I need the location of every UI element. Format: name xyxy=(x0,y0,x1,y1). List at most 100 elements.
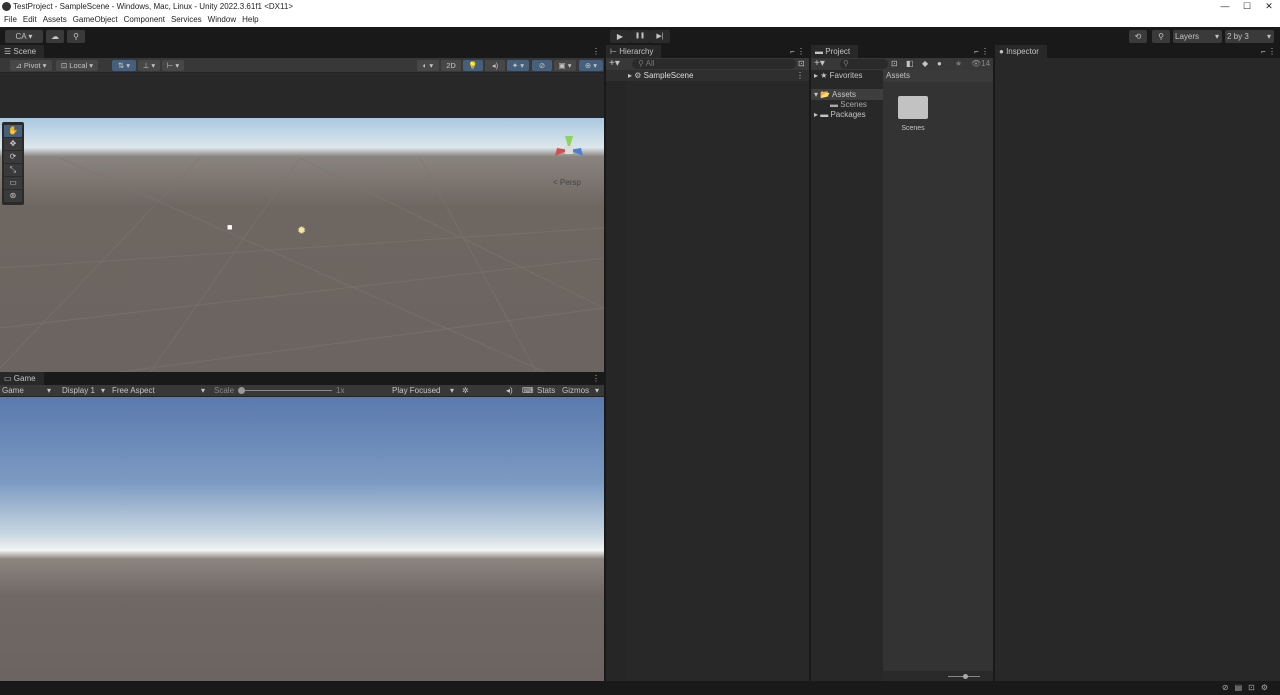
move-tool-icon[interactable]: ✥ xyxy=(4,138,22,150)
unity-logo-icon xyxy=(2,2,11,11)
icon-size-thumb[interactable] xyxy=(963,674,968,679)
project-search-input[interactable]: ⚲ xyxy=(840,59,888,69)
asset-item-scenes[interactable]: Scenes xyxy=(891,96,935,132)
scale-slider[interactable] xyxy=(240,390,332,391)
effects-icon[interactable]: ✦ ▾ xyxy=(507,60,529,71)
perspective-label[interactable]: < Persp xyxy=(553,178,581,187)
add-icon[interactable]: +▾ xyxy=(814,58,825,70)
menu-window[interactable]: Window xyxy=(208,13,236,27)
tree-packages[interactable]: ▸ ▬ Packages xyxy=(811,109,883,120)
hierarchy-toolbar: +▾ ⚲ All ⊡ xyxy=(606,58,809,70)
hand-tool-icon[interactable]: ✋ xyxy=(4,125,22,137)
menu-gameobject[interactable]: GameObject xyxy=(73,13,118,27)
audio-icon[interactable]: ◂) xyxy=(485,60,505,71)
display-dropdown[interactable]: Display 1 xyxy=(62,385,95,397)
layout-label: 2 by 3 xyxy=(1227,32,1249,41)
menu-file[interactable]: File xyxy=(4,13,17,27)
grid-snap-icon[interactable]: ⇅ ▾ xyxy=(112,60,136,71)
package-count: 14 xyxy=(981,59,990,68)
minimize-button[interactable]: — xyxy=(1214,0,1236,13)
history-icon[interactable]: ⟲ xyxy=(1129,30,1147,43)
lock-and-more-icon[interactable]: ⌐ ⋮ xyxy=(790,45,805,58)
tab-scene[interactable]: ☰ Scene xyxy=(0,45,44,58)
increment-snap-icon[interactable]: ⊥ ▾ xyxy=(138,60,160,71)
gizmos-icon[interactable]: ⊕ ▾ xyxy=(579,60,603,71)
align-icon[interactable]: ⊢ ▾ xyxy=(162,60,184,71)
hidden-packages-icon[interactable]: 👁14 xyxy=(971,58,990,70)
account-button[interactable]: CA ▾ xyxy=(5,30,43,43)
menu-services[interactable]: Services xyxy=(171,13,202,27)
step-button[interactable]: ▶| xyxy=(650,30,670,43)
tab-project[interactable]: ▬ Project xyxy=(811,45,858,58)
game-viewport[interactable] xyxy=(0,397,604,681)
more-icon[interactable]: ⋮ xyxy=(796,70,804,81)
search-options-icon[interactable]: ⊡ xyxy=(798,58,805,70)
more-icon[interactable]: ⋮ xyxy=(592,45,600,58)
info-icon[interactable]: ● xyxy=(937,58,942,70)
tree-favorites[interactable]: ▸ ★ Favorites xyxy=(811,70,883,81)
rotate-tool-icon[interactable]: ⟳ xyxy=(4,151,22,163)
play-button[interactable]: ▶ xyxy=(610,30,630,43)
search-icon[interactable]: ⚲ xyxy=(1152,30,1170,43)
camera-gizmo-icon[interactable]: ■ xyxy=(227,222,232,232)
menu-component[interactable]: Component xyxy=(124,13,165,27)
layers-dropdown[interactable]: Layers▾ xyxy=(1173,30,1222,43)
cloud-icon[interactable]: ☁ xyxy=(46,30,64,43)
mute-audio-icon[interactable]: ◂) xyxy=(506,385,513,397)
tool-palette: ✋ ✥ ⟳ ⤡ ▭ ⊛ xyxy=(2,122,24,205)
menu-edit[interactable]: Edit xyxy=(23,13,37,27)
transform-tool-icon[interactable]: ⊛ xyxy=(4,190,22,202)
camera-icon[interactable]: ▣ ▾ xyxy=(554,60,576,71)
chevron-down-icon: ▾ xyxy=(101,385,105,397)
pause-button[interactable]: ❚❚ xyxy=(630,30,650,43)
scene-tab-label: Scene xyxy=(13,47,36,56)
tab-game[interactable]: ▭ Game xyxy=(0,372,44,385)
maximize-button[interactable]: ☐ xyxy=(1236,0,1258,13)
orientation-gizmo-icon[interactable] xyxy=(545,130,593,170)
bug-icon[interactable]: ✲ xyxy=(462,385,469,397)
lock-and-more-icon[interactable]: ⌐ ⋮ xyxy=(1261,45,1276,58)
scene-viewport[interactable]: ✋ ✥ ⟳ ⤡ ▭ ⊛ ■ ✹ < Persp xyxy=(0,118,604,415)
lock-and-more-icon[interactable]: ⌐ ⋮ xyxy=(974,45,989,58)
scale-tool-icon[interactable]: ⤡ xyxy=(4,164,22,176)
chevron-down-icon: ▾ xyxy=(450,385,454,397)
version-control-icon[interactable]: ⚲ xyxy=(67,30,85,43)
local-dropdown[interactable]: ⊡ Local ▾ xyxy=(56,60,98,71)
status-icons[interactable]: ⊘▤⊡⚙ xyxy=(1222,683,1274,692)
search-options-icon[interactable]: ⊡ xyxy=(891,58,898,70)
lighting-icon[interactable]: 💡 xyxy=(463,60,483,71)
layout-dropdown[interactable]: 2 by 3▾ xyxy=(1225,30,1274,43)
add-icon[interactable]: +▾ xyxy=(609,58,620,70)
tab-hierarchy[interactable]: ⊢ Hierarchy xyxy=(606,45,661,58)
toggle-2d-button[interactable]: 2D xyxy=(441,60,461,71)
hierarchy-search-input[interactable]: ⚲ All xyxy=(632,59,796,69)
chevron-down-icon: ▾ xyxy=(595,385,599,397)
filter-type-icon[interactable]: ◧ xyxy=(906,58,914,70)
stats-button[interactable]: Stats xyxy=(537,385,555,397)
draw-mode-icon[interactable]: ◐ ▾ xyxy=(417,60,439,71)
keyboard-icon[interactable]: ⌨ xyxy=(522,385,534,397)
menu-assets[interactable]: Assets xyxy=(43,13,67,27)
icon-size-slider[interactable] xyxy=(948,676,980,677)
project-footer xyxy=(883,671,993,681)
favorite-star-icon[interactable]: ★ xyxy=(955,58,962,70)
scale-slider-thumb[interactable] xyxy=(238,387,245,394)
project-breadcrumb[interactable]: Assets xyxy=(883,70,993,82)
pivot-dropdown[interactable]: ⊿ Pivot ▾ xyxy=(10,60,52,71)
folder-icon xyxy=(898,96,928,119)
chevron-down-icon: ▾ xyxy=(47,385,51,397)
label-icon[interactable]: ◆ xyxy=(922,58,928,70)
menu-help[interactable]: Help xyxy=(242,13,258,27)
aspect-dropdown[interactable]: Free Aspect xyxy=(112,385,155,397)
hidden-objects-icon[interactable]: ⊘ xyxy=(532,60,552,71)
play-focused-dropdown[interactable]: Play Focused xyxy=(392,385,440,397)
light-gizmo-icon[interactable]: ✹ xyxy=(297,224,306,237)
rect-tool-icon[interactable]: ▭ xyxy=(4,177,22,189)
gizmos-button[interactable]: Gizmos xyxy=(562,385,589,397)
game-mode-dropdown[interactable]: Game xyxy=(2,385,24,397)
close-button[interactable]: ✕ xyxy=(1258,0,1280,13)
hierarchy-item-samplescene[interactable]: ▸ ⚙ SampleScene⋮ xyxy=(606,70,809,81)
menu-bar: File Edit Assets GameObject Component Se… xyxy=(0,13,1280,27)
tab-inspector[interactable]: ● Inspector xyxy=(995,45,1047,58)
more-icon[interactable]: ⋮ xyxy=(592,372,600,385)
